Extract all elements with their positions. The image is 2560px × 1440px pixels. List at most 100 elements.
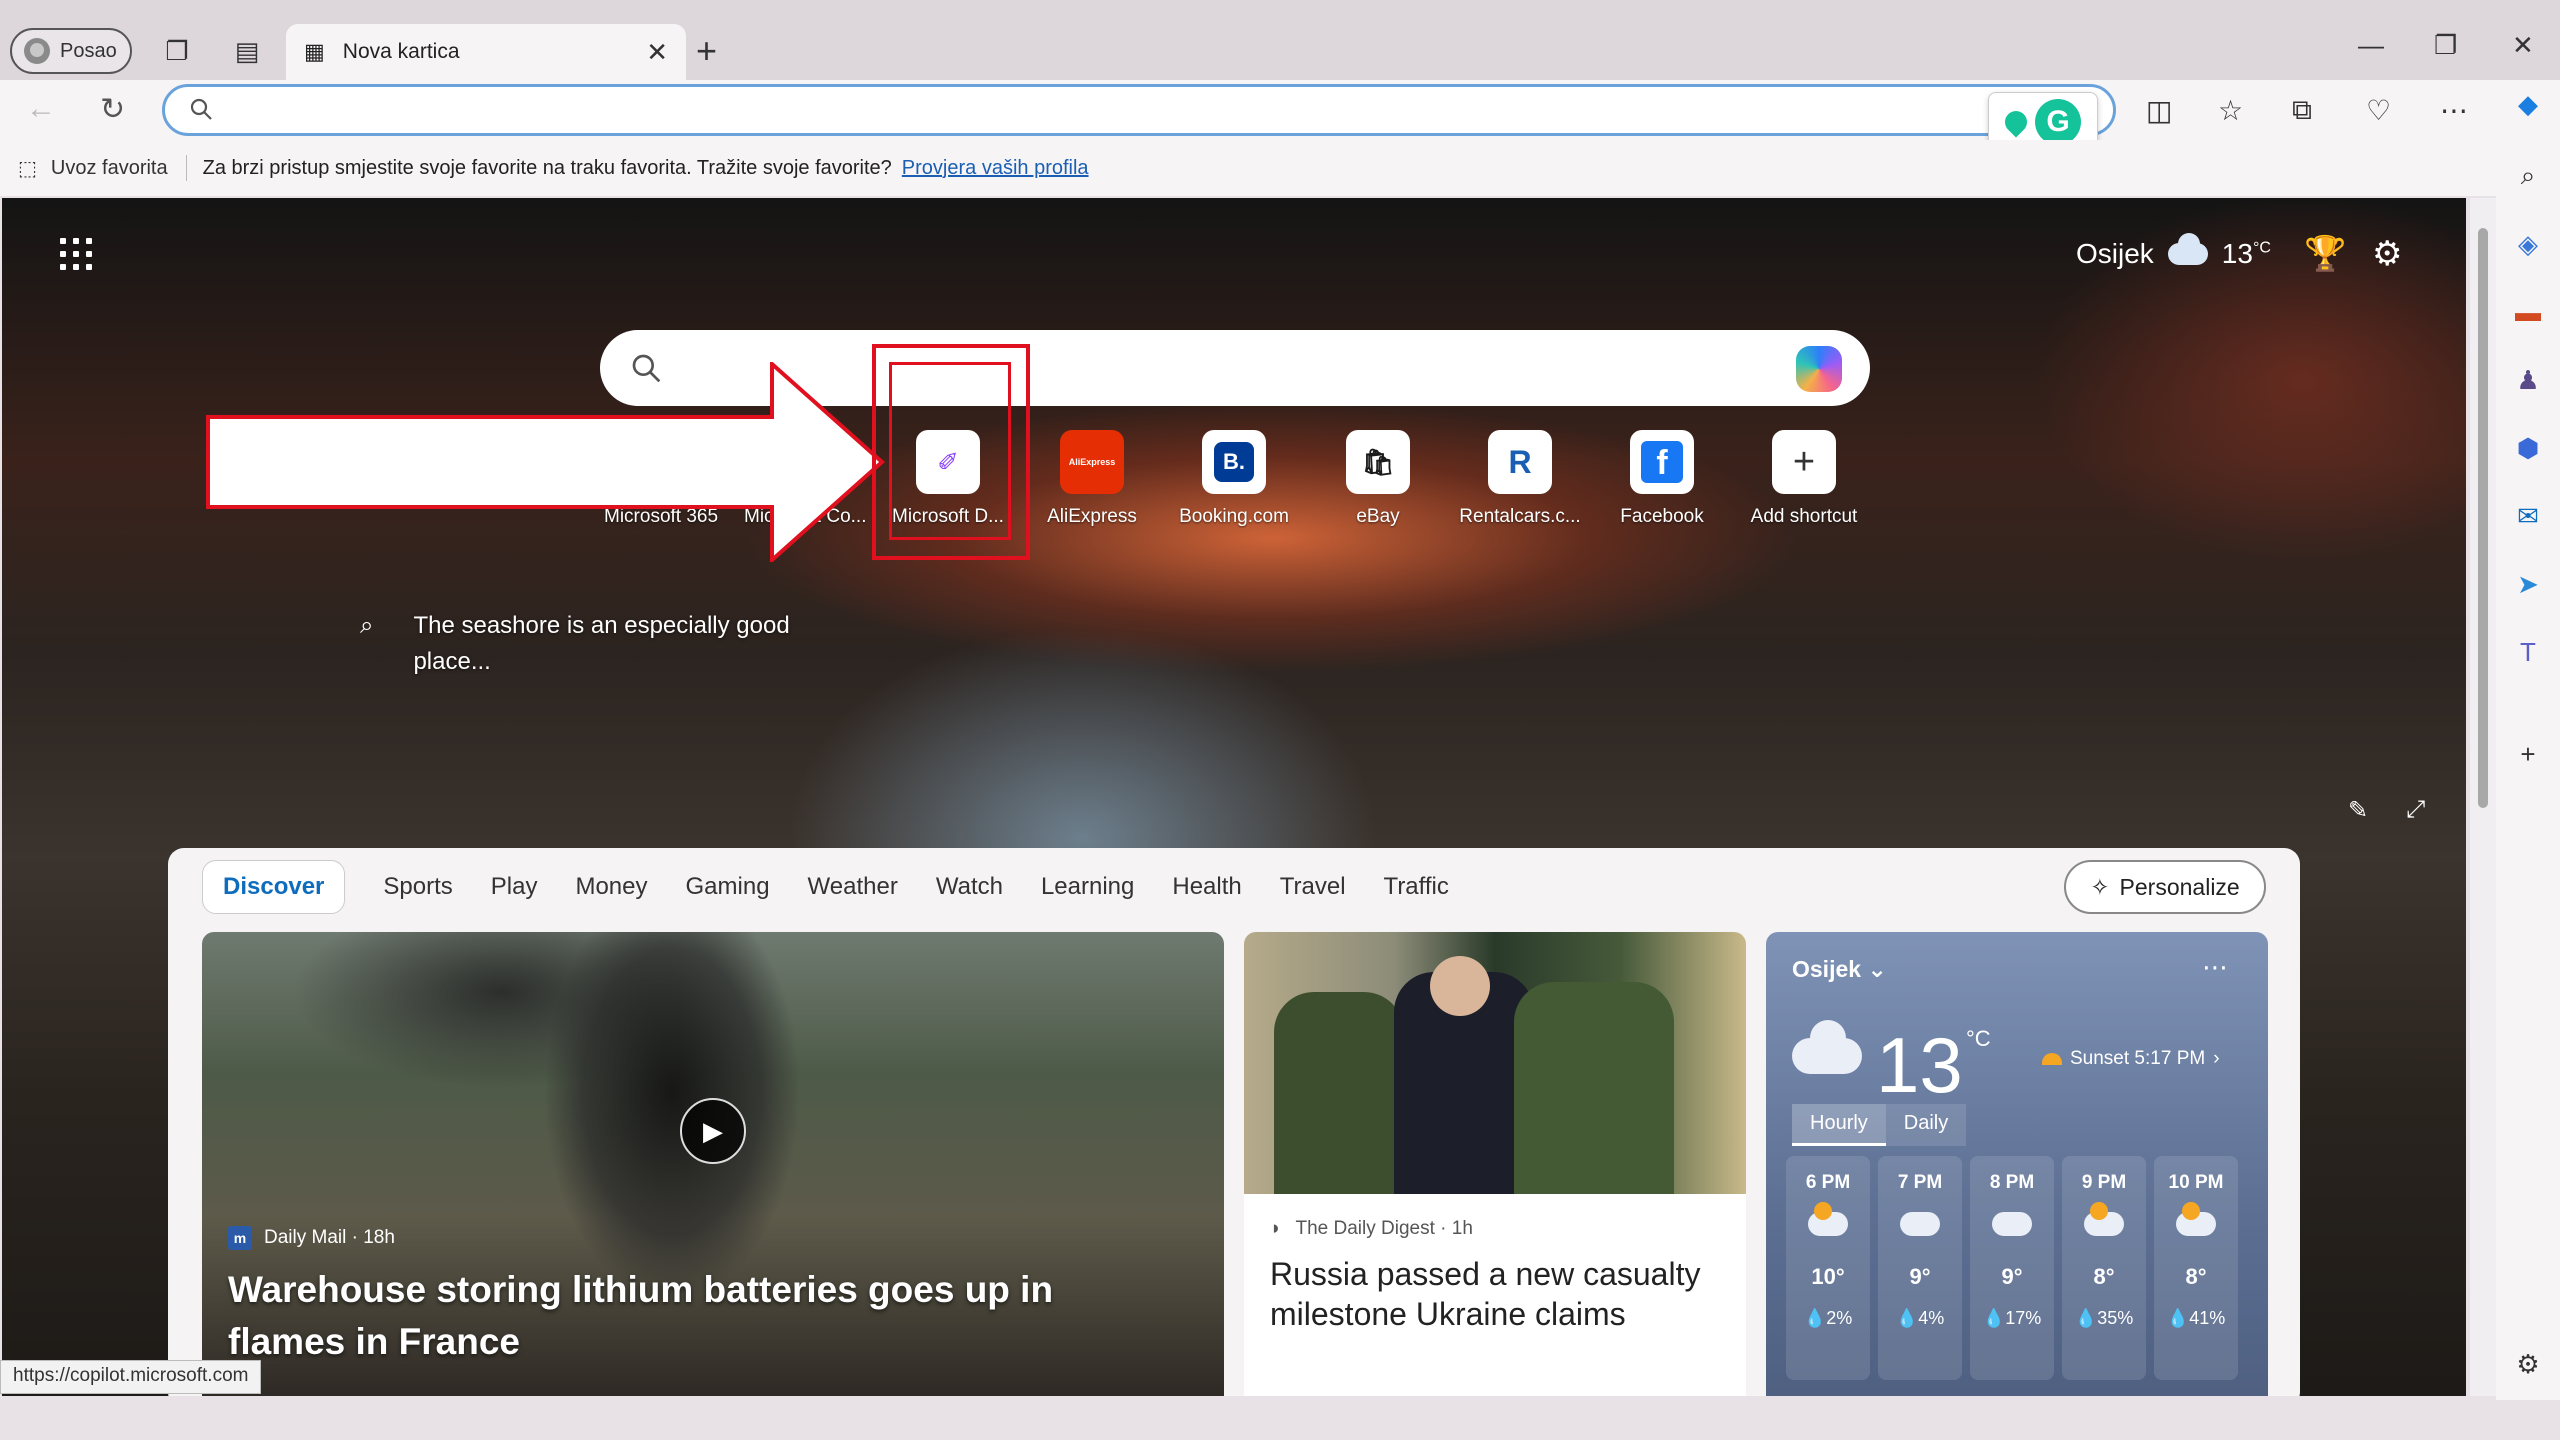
- tab-health[interactable]: Health: [1172, 873, 1241, 901]
- tab-sports[interactable]: Sports: [383, 873, 452, 901]
- refresh-icon[interactable]: ↻: [100, 92, 125, 127]
- microsoft-365-icon[interactable]: ⬢: [2510, 430, 2546, 466]
- tab-traffic[interactable]: Traffic: [1384, 873, 1449, 901]
- shortcut-facebook[interactable]: f Facebook: [1592, 430, 1732, 528]
- back-icon[interactable]: ←: [26, 92, 56, 126]
- expand-icon[interactable]: ⤢: [2406, 796, 2425, 824]
- tab-gaming[interactable]: Gaming: [686, 873, 770, 901]
- close-tab-icon[interactable]: ✕: [646, 37, 668, 68]
- games-icon[interactable]: ♟: [2510, 362, 2546, 398]
- partly-cloudy-icon: [1808, 1202, 1848, 1236]
- grammarly-pin-icon: [2000, 106, 2032, 138]
- edit-background-icon[interactable]: ✎: [2348, 796, 2368, 825]
- weather-card[interactable]: Osijek ⌄ ⋯ 13 °C Sunset 5:17 PM › Hourly…: [1766, 932, 2268, 1396]
- weather-location[interactable]: Osijek ⌄: [1792, 956, 1887, 983]
- toolbar: ← ↻ G ◫ ☆ ⧉ ♡ ⋯: [0, 80, 2560, 152]
- status-bar-url: https://copilot.microsoft.com: [0, 1360, 262, 1394]
- card-headline[interactable]: Russia passed a new casualty milestone U…: [1270, 1254, 1720, 1334]
- close-window-icon[interactable]: ✕: [2512, 30, 2534, 61]
- shortcut-booking[interactable]: B. Booking.com: [1164, 430, 1304, 528]
- shortcut-ebay[interactable]: 🛍 eBay: [1308, 430, 1448, 528]
- favorites-bar: ⬚ Uvoz favorita Za brzi pristup smjestit…: [0, 140, 2560, 196]
- tab-strip: Posao ❐ ▤ ▦ Nova kartica ✕ + — ❐ ✕: [0, 0, 2560, 80]
- import-icon: ⬚: [18, 157, 37, 180]
- forecast-hour[interactable]: 6 PM 10° 💧2%: [1786, 1156, 1870, 1380]
- forecast-hour[interactable]: 9 PM 8° 💧35%: [2062, 1156, 2146, 1380]
- shortcut-rentalcars[interactable]: R Rentalcars.c...: [1450, 430, 1590, 528]
- vertical-tabs-icon[interactable]: ▤: [230, 34, 264, 68]
- outlook-icon[interactable]: ✉: [2510, 498, 2546, 534]
- sunset-icon: [2042, 1053, 2062, 1065]
- forecast-hour[interactable]: 8 PM 9° 💧17%: [1970, 1156, 2054, 1380]
- add-shortcut-button[interactable]: + Add shortcut: [1734, 430, 1874, 528]
- grammarly-icon: G: [2035, 99, 2081, 145]
- tab-title: Nova kartica: [342, 40, 460, 63]
- page-settings-icon[interactable]: ⚙: [2372, 234, 2402, 274]
- favorites-icon[interactable]: ☆: [2218, 94, 2243, 127]
- copilot-icon[interactable]: [1796, 346, 1842, 392]
- tab-nova-kartica[interactable]: ▦ Nova kartica ✕: [286, 24, 686, 80]
- teams-icon[interactable]: T: [2510, 634, 2546, 670]
- tab-play[interactable]: Play: [491, 873, 538, 901]
- rentalcars-icon: R: [1488, 430, 1552, 494]
- play-icon[interactable]: ▶: [680, 1098, 746, 1164]
- scrollbar-thumb[interactable]: [2478, 228, 2488, 808]
- search-icon: [190, 98, 212, 120]
- address-bar[interactable]: [162, 84, 2116, 136]
- tab-travel[interactable]: Travel: [1280, 873, 1346, 901]
- shopping-tag-icon[interactable]: ◈: [2510, 226, 2546, 262]
- drop-icon[interactable]: ➤: [2510, 566, 2546, 602]
- aliexpress-icon: AliExpress: [1060, 430, 1124, 494]
- import-favorites-button[interactable]: ⬚ Uvoz favorita: [0, 156, 186, 181]
- cloud-icon: [2167, 233, 2208, 265]
- forecast-hour[interactable]: 7 PM 9° 💧4%: [1878, 1156, 1962, 1380]
- chevron-down-icon: ⌄: [1867, 956, 1887, 982]
- tab-daily[interactable]: Daily: [1885, 1104, 1967, 1146]
- forecast-hour[interactable]: 10 PM 8° 💧41%: [2154, 1156, 2238, 1380]
- tab-weather[interactable]: Weather: [808, 873, 898, 901]
- news-card-main[interactable]: ▶ m Daily Mail · 18h Warehouse storing l…: [202, 932, 1224, 1396]
- weather-summary[interactable]: Osijek 13°C: [2076, 233, 2271, 270]
- shortcut-aliexpress[interactable]: AliExpress AliExpress: [1022, 430, 1162, 528]
- minimize-icon[interactable]: —: [2358, 30, 2384, 61]
- background-image-info[interactable]: ⌕ The seashore is an especially good pla…: [360, 608, 813, 680]
- source-label: Daily Mail · 18h: [264, 1227, 395, 1248]
- search-icon[interactable]: ⌕: [2510, 158, 2546, 194]
- address-input[interactable]: [243, 95, 1743, 127]
- split-screen-icon[interactable]: ◫: [2146, 94, 2172, 127]
- import-favorites-label: Uvoz favorita: [50, 156, 168, 179]
- tools-icon[interactable]: ▬: [2510, 294, 2546, 330]
- sunset-info[interactable]: Sunset 5:17 PM ›: [2042, 1048, 2220, 1070]
- add-sidebar-app-icon[interactable]: +: [2510, 736, 2546, 772]
- weather-temperature: 13: [1876, 1021, 1963, 1109]
- image-caption: The seashore is an especially good place…: [413, 612, 790, 675]
- sidebar-settings-icon[interactable]: ⚙: [2510, 1346, 2546, 1382]
- more-options-icon[interactable]: ⋯: [2440, 94, 2468, 127]
- collections-icon[interactable]: ⧉: [2292, 94, 2312, 127]
- tab-hourly[interactable]: Hourly: [1792, 1104, 1886, 1146]
- page-scrollbar[interactable]: [2470, 198, 2496, 1396]
- restore-icon[interactable]: ❐: [2434, 30, 2457, 61]
- browser-essentials-icon[interactable]: ♡: [2366, 94, 2391, 127]
- add-icon: +: [1772, 430, 1836, 494]
- profile-button[interactable]: Posao: [10, 28, 132, 74]
- app-launcher-icon[interactable]: [60, 238, 92, 270]
- rewards-trophy-icon[interactable]: 🏆: [2304, 234, 2346, 274]
- tab-learning[interactable]: Learning: [1041, 873, 1134, 901]
- personalize-button[interactable]: ✧ Personalize: [2064, 860, 2266, 914]
- new-tab-button[interactable]: +: [696, 30, 717, 72]
- workspaces-icon[interactable]: ❐: [160, 34, 194, 68]
- forecast-tabs: Hourly Daily: [1792, 1104, 1967, 1146]
- cloud-icon: [1792, 1020, 1862, 1074]
- card-headline[interactable]: Warehouse storing lithium batteries goes…: [228, 1264, 1168, 1368]
- tab-watch[interactable]: Watch: [936, 873, 1003, 901]
- chevron-right-icon: ›: [2213, 1048, 2220, 1069]
- tab-discover[interactable]: Discover: [202, 860, 346, 914]
- more-options-icon[interactable]: ⋯: [2202, 952, 2228, 983]
- news-card[interactable]: ◗ The Daily Digest · 1h Russia passed a …: [1244, 932, 1746, 1396]
- partly-cloudy-rain-icon: [2176, 1202, 2216, 1236]
- tab-money[interactable]: Money: [575, 873, 647, 901]
- copilot-icon[interactable]: ◆: [2510, 86, 2546, 122]
- check-profiles-link[interactable]: Provjera vaših profila: [902, 157, 1089, 180]
- avatar: [24, 38, 50, 64]
